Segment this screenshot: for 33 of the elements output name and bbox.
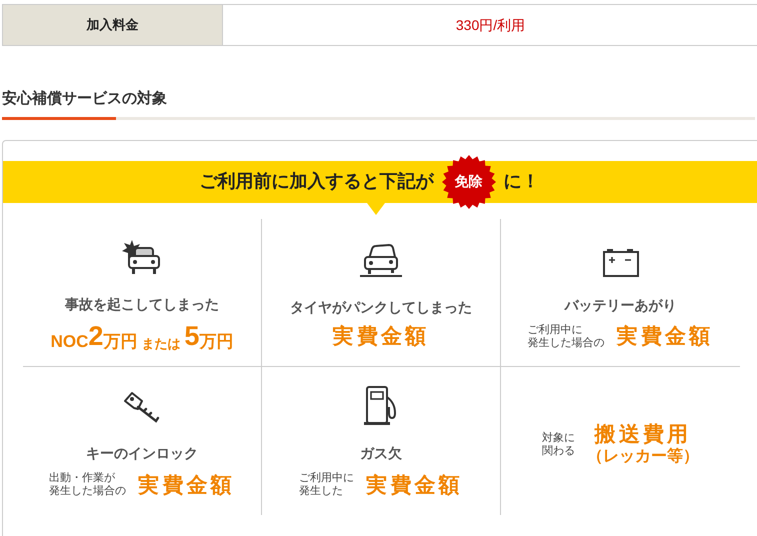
note-text: 発生した場合の xyxy=(528,336,605,350)
note-text: 対象に xyxy=(542,432,575,444)
note-text: 発生した場合の xyxy=(49,485,126,498)
battery-icon xyxy=(600,246,640,278)
amount-text: 5 xyxy=(184,323,200,350)
amount-text: （レッカー等） xyxy=(587,449,699,465)
amount-text: 実費金額 xyxy=(332,326,430,347)
banner-text: に！ xyxy=(504,170,540,193)
note-text: 出動・作業が xyxy=(49,472,116,485)
note-text: 発生した xyxy=(299,485,344,498)
banner-text: ご利用前に加入すると下記が xyxy=(200,170,434,193)
item-title: キーのインロック xyxy=(86,444,198,463)
fee-label: 加入料金 xyxy=(3,5,223,45)
amount-text: 万円 xyxy=(103,333,138,350)
note-text: ご利用中に xyxy=(299,472,354,485)
note-text: 関わる xyxy=(542,444,575,458)
amount-text: 実費金額 xyxy=(138,474,235,496)
amount-text: NOC xyxy=(50,333,88,350)
item-title: 事故を起こしてしまった xyxy=(65,295,219,314)
note-text: ご利用中に xyxy=(528,324,584,336)
badge-text: 免除 xyxy=(454,172,482,191)
amount-text: 2 xyxy=(88,323,104,350)
section-title: 安心補償サービスの対象 xyxy=(2,89,168,109)
amount-text: 実費金額 xyxy=(366,474,463,496)
amount-text: 実費金額 xyxy=(616,326,714,347)
item-title: タイヤがパンクしてしまった xyxy=(290,298,472,317)
badge-burst-icon xyxy=(442,154,496,208)
amount-text: または xyxy=(141,337,180,350)
item-title: バッテリーあがり xyxy=(564,296,676,315)
amount-text: 搬送費用 xyxy=(594,424,692,445)
amount-text: 万円 xyxy=(199,333,234,350)
item-title: ガス欠 xyxy=(360,444,402,463)
fee-value: 330円/利用 xyxy=(454,16,526,34)
